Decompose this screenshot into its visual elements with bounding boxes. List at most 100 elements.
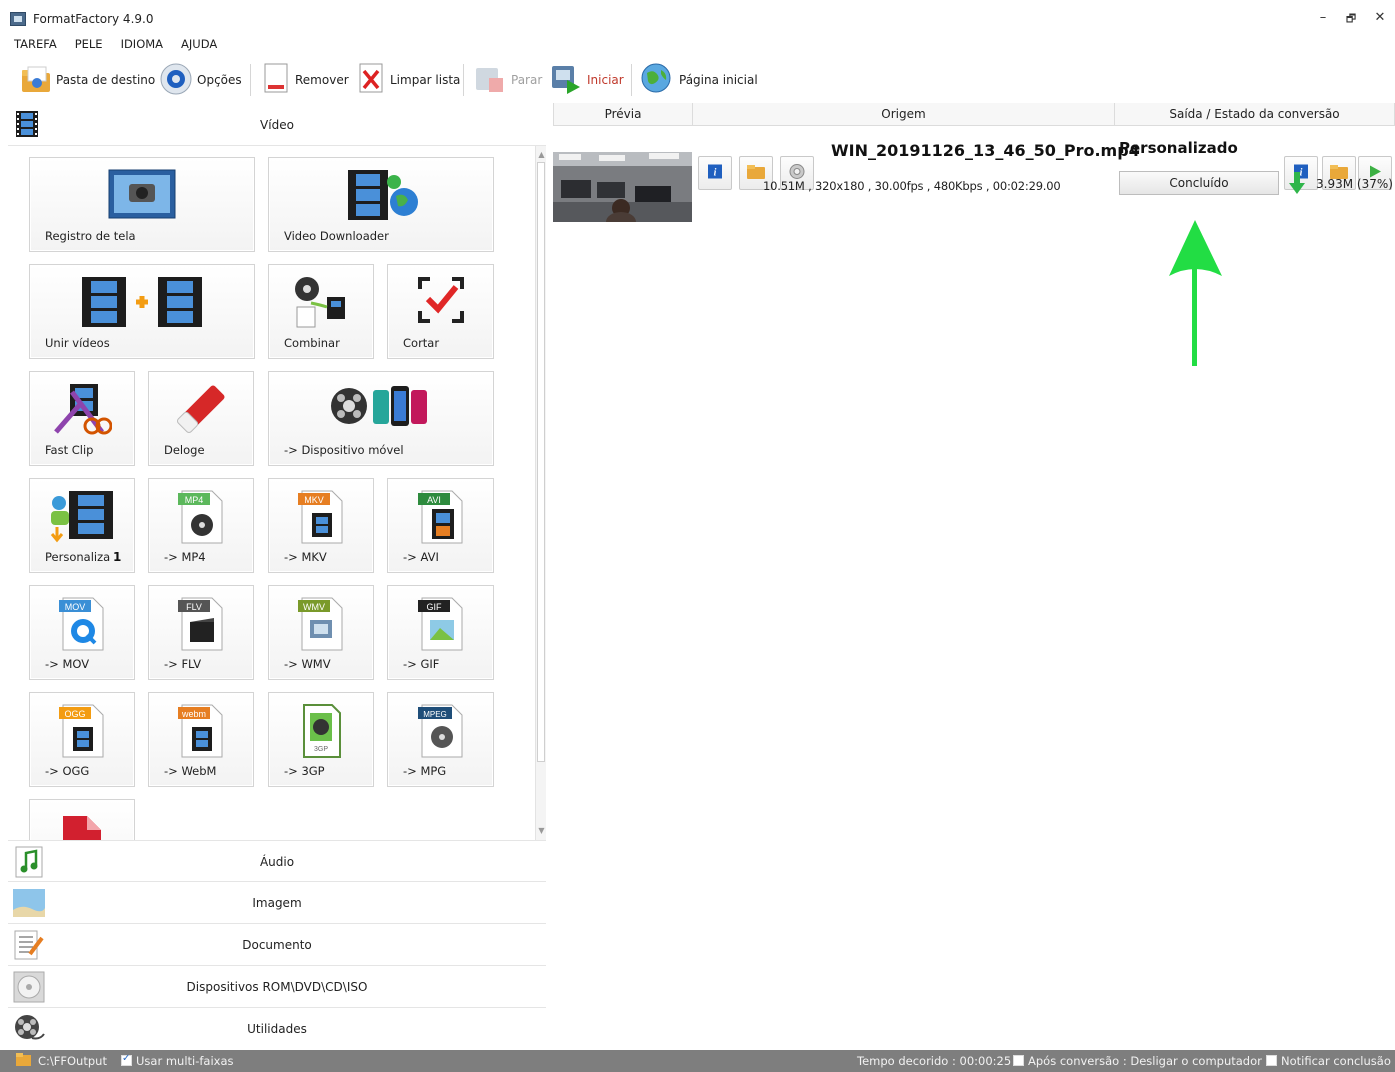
tile-avi[interactable]: AVI -> AVI [387,478,494,573]
category-image[interactable]: Imagem [8,882,546,924]
tile-combine[interactable]: Combinar [268,264,374,359]
folder-icon [20,64,52,97]
tile-label: Unir vídeos [45,336,110,350]
source-filename: WIN_20191126_13_46_50_Pro.mp4 [831,141,1140,160]
tile-label: -> MOV [45,657,90,671]
task-row[interactable]: i WIN_20191126_13_46_50_Pro.mp4 10.51M ,… [553,127,1395,222]
tile-delogo[interactable]: Deloge [148,371,254,466]
tile-ogg[interactable]: OGG -> OGG [29,692,135,787]
task-list: Prévia Origem Saída / Estado da conversã… [553,103,1395,1049]
tile-mpg[interactable]: MPEG -> MPG [387,692,494,787]
tile-cut[interactable]: Cortar [387,264,494,359]
remove-button[interactable]: Remover [261,60,349,100]
tile-3gp[interactable]: 3GP -> 3GP [268,692,374,787]
start-icon [549,62,583,99]
tile-mov[interactable]: MOV -> MOV [29,585,135,680]
avi-tag-text: AVI [427,495,441,505]
globe-icon [639,61,675,100]
clear-list-button[interactable]: Limpar lista [356,60,460,100]
options-button[interactable]: Opções [159,60,242,100]
restore-button[interactable]: 🗗 [1341,10,1361,29]
tile-label: Cortar [403,336,440,350]
category-document[interactable]: Documento [8,924,546,966]
tile-screen-record[interactable]: Registro de tela [29,157,255,252]
scroll-up-icon[interactable]: ▲ [536,148,547,162]
remove-icon [261,62,291,99]
category-video[interactable]: Vídeo [8,103,546,146]
notify-label: Notificar conclusão [1281,1054,1391,1068]
tile-mobile-device[interactable]: -> Dispositivo móvel [268,371,494,466]
tile-mkv[interactable]: MKV -> MKV [268,478,374,573]
video-preview-thumbnail[interactable] [553,152,692,222]
elapsed-time: Tempo decorido : 00:00:25 [857,1054,1012,1068]
gif-file-icon: GIF [416,596,466,655]
tile-flv[interactable]: FLV -> FLV [148,585,254,680]
category-document-label: Documento [242,938,312,952]
output-path[interactable]: C:\FFOutput [38,1054,107,1068]
checkbox-checked-icon[interactable] [121,1053,132,1066]
tile-wmv[interactable]: WMV -> WMV [268,585,374,680]
category-rom-label: Dispositivos ROM\DVD\CD\ISO [186,980,368,994]
scroll-thumb[interactable] [537,162,545,762]
tile-label: Personaliza [45,550,111,564]
ogg-tag-text: OGG [64,709,85,719]
scroll-down-icon[interactable]: ▼ [536,824,547,838]
stop-button[interactable]: Parar [473,60,542,100]
close-button[interactable]: ✕ [1370,10,1390,25]
column-source[interactable]: Origem [692,103,1115,126]
checkbox-icon[interactable] [1013,1055,1024,1066]
title-bar: FormatFactory 4.9.0 – 🗗 ✕ [0,0,1395,36]
tile-label: -> Dispositivo móvel [284,443,404,457]
after-conversion-checkbox[interactable]: Após conversão : Desligar o computador [1013,1054,1262,1068]
tile-gif[interactable]: GIF -> GIF [387,585,494,680]
tile-label: -> WMV [284,657,331,671]
clear-icon [356,62,386,99]
tile-label: Registro de tela [45,229,136,243]
notify-checkbox[interactable]: Notificar conclusão [1266,1054,1391,1068]
video-download-icon [338,168,424,227]
minimize-button[interactable]: – [1313,10,1333,25]
clear-list-label: Limpar lista [390,73,461,87]
video-tools-grid: Registro de tela Video Downloader Unir v… [8,146,535,840]
menu-pele[interactable]: PELE [75,37,103,55]
checkbox-icon[interactable] [1266,1055,1277,1066]
tile-label: -> 3GP [284,764,325,778]
category-audio[interactable]: Áudio [8,840,546,882]
tile-mp4[interactable]: MP4 -> MP4 [148,478,254,573]
tile-join-videos[interactable]: Unir vídeos [29,264,255,359]
multithread-checkbox[interactable]: Usar multi-faixas [121,1053,234,1068]
gif-tag-text: GIF [426,602,442,612]
tile-label: -> AVI [403,550,439,564]
output-size-value: 3.93M [1316,177,1354,191]
tile-partial[interactable] [29,799,135,840]
home-page-button[interactable]: Página inicial [639,60,758,100]
home-page-label: Página inicial [679,73,758,87]
menu-ajuda[interactable]: AJUDA [181,37,217,55]
category-audio-label: Áudio [259,855,295,869]
category-rom[interactable]: Dispositivos ROM\DVD\CD\ISO [8,966,546,1008]
destination-folder-button[interactable]: Pasta de destino [20,60,155,100]
mobile-device-icon [329,382,433,435]
tile-label: -> FLV [164,657,202,671]
wmv-file-icon: WMV [296,596,346,655]
source-info-button[interactable]: i [698,156,732,190]
tile-fast-clip[interactable]: Fast Clip [29,371,135,466]
3gp-tag-text: 3GP [314,746,328,753]
pdf-file-icon [59,810,105,840]
tile-webm[interactable]: webm -> WebM [148,692,254,787]
column-preview[interactable]: Prévia [553,103,693,126]
toolbar-divider [631,64,632,96]
column-output[interactable]: Saída / Estado da conversão [1114,103,1395,126]
output-folder-icon[interactable] [16,1053,31,1069]
tile-video-downloader[interactable]: Video Downloader [268,157,494,252]
avi-file-icon: AVI [416,489,466,548]
tools-scrollbar[interactable]: ▲ ▼ [535,146,546,840]
menu-tarefa[interactable]: TAREFA [14,37,57,55]
menu-idioma[interactable]: IDIOMA [121,37,163,55]
start-label: Iniciar [587,73,624,87]
download-arrow-icon [1289,171,1305,198]
start-button[interactable]: Iniciar [549,60,624,100]
tile-custom[interactable]: Personaliza 1 [29,478,135,573]
mkv-file-icon: MKV [296,489,346,548]
category-utilities[interactable]: Utilidades [8,1008,546,1049]
